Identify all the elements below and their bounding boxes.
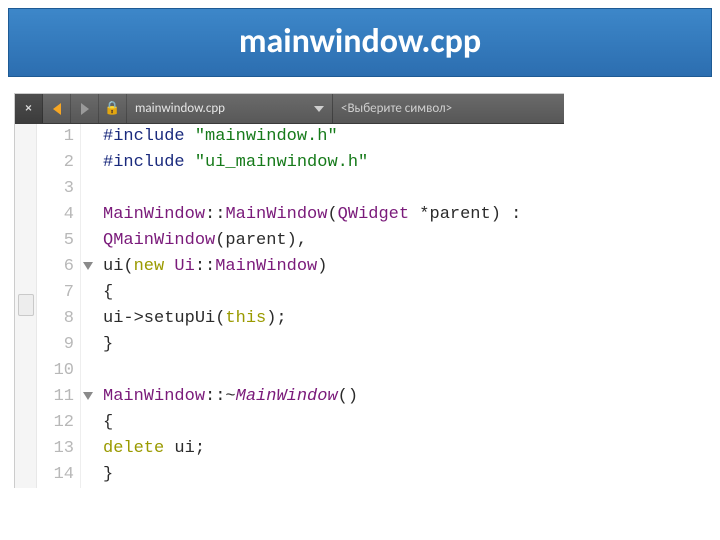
scroll-rail[interactable] [15, 124, 37, 488]
line-number: 7 [37, 280, 74, 306]
symbol-selector[interactable]: <Выберите символ> [333, 94, 564, 123]
fold-marker-icon[interactable] [83, 262, 93, 270]
code-line: QMainWindow(parent), [103, 228, 564, 254]
line-number: 1 [37, 124, 74, 150]
code-line: { [103, 410, 564, 436]
line-number: 11 [37, 384, 74, 410]
code-line: ui->setupUi(this); [103, 306, 564, 332]
slide-title-text: mainwindow.cpp [239, 21, 481, 62]
arrow-left-icon [53, 103, 61, 115]
editor-area: 1 2 3 4 5 6 7 8 9 10 11 12 13 14 #includ… [15, 124, 564, 488]
line-number: 8 [37, 306, 74, 332]
line-number: 6 [37, 254, 74, 280]
line-number: 4 [37, 202, 74, 228]
symbol-selector-label: <Выберите символ> [341, 101, 452, 116]
chevron-down-icon [314, 106, 324, 112]
code-line [103, 176, 564, 202]
fold-gutter [81, 124, 99, 488]
code-line: #include "mainwindow.h" [103, 124, 564, 150]
close-button[interactable]: × [15, 94, 43, 123]
nav-back-button[interactable] [43, 94, 71, 123]
line-number: 3 [37, 176, 74, 202]
code-line: #include "ui_mainwindow.h" [103, 150, 564, 176]
code-line: { [103, 280, 564, 306]
line-number: 2 [37, 150, 74, 176]
arrow-right-icon [81, 103, 89, 115]
lock-icon: 🔒 [104, 101, 120, 116]
line-number: 12 [37, 410, 74, 436]
line-number: 13 [37, 436, 74, 462]
code-line [103, 358, 564, 384]
code-line: } [103, 332, 564, 358]
line-number-gutter: 1 2 3 4 5 6 7 8 9 10 11 12 13 14 [37, 124, 81, 488]
nav-forward-button[interactable] [71, 94, 99, 123]
line-number: 14 [37, 462, 74, 488]
line-number: 5 [37, 228, 74, 254]
editor-toolbar: × 🔒 mainwindow.cpp <Выберите символ> [15, 94, 564, 124]
scroll-thumb[interactable] [18, 294, 34, 316]
code-line: ui(new Ui::MainWindow) [103, 254, 564, 280]
line-number: 9 [37, 332, 74, 358]
line-number: 10 [37, 358, 74, 384]
code-line: MainWindow::MainWindow(QWidget *parent) … [103, 202, 564, 228]
code-line: delete ui; [103, 436, 564, 462]
ide-frame: × 🔒 mainwindow.cpp <Выберите символ> 1 2… [14, 93, 564, 488]
file-selector[interactable]: mainwindow.cpp [127, 94, 333, 123]
fold-marker-icon[interactable] [83, 392, 93, 400]
code-line: } [103, 462, 564, 488]
slide-title: mainwindow.cpp [8, 8, 712, 77]
lock-button[interactable]: 🔒 [99, 94, 127, 123]
close-icon: × [25, 101, 31, 116]
code-line: MainWindow::~MainWindow() [103, 384, 564, 410]
file-selector-label: mainwindow.cpp [135, 101, 225, 116]
code-area[interactable]: #include "mainwindow.h" #include "ui_mai… [99, 124, 564, 488]
